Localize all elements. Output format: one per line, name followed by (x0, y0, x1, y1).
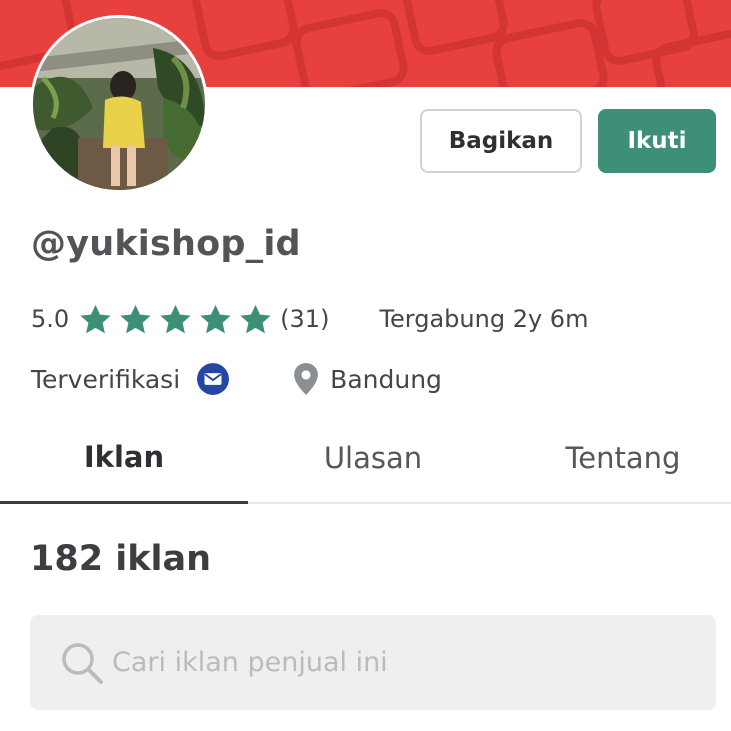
location-label: Bandung (330, 364, 442, 394)
follow-button-label: Ikuti (627, 128, 687, 154)
star-icon (240, 304, 271, 333)
rating-stars (77, 301, 274, 338)
tab-ulasan[interactable]: Ulasan (248, 412, 498, 504)
verified-label: Terverifikasi (31, 364, 181, 394)
avatar[interactable] (30, 15, 208, 193)
info-row: Terverifikasi Bandung (31, 358, 442, 400)
search-input[interactable] (112, 647, 672, 678)
verified-email-icon (197, 363, 230, 395)
rating-value: 5.0 (31, 305, 70, 333)
tab-label: Iklan (83, 439, 165, 474)
location-pin-icon (294, 363, 319, 395)
username: @yukishop_id (31, 224, 301, 264)
star-icon (80, 304, 111, 333)
tab-label: Tentang (565, 441, 681, 475)
profile-photo-icon (33, 18, 205, 190)
follow-button[interactable]: Ikuti (598, 109, 716, 173)
tab-iklan[interactable]: Iklan (0, 412, 248, 504)
listing-count: 182 iklan (30, 539, 212, 579)
share-button-label: Bagikan (448, 128, 554, 154)
rating-count: (31) (280, 305, 330, 333)
joined-duration: Tergabung 2y 6m (379, 305, 589, 333)
search-icon (62, 642, 103, 684)
tab-label: Ulasan (323, 441, 423, 475)
star-icon (200, 304, 231, 333)
profile-tabs: Iklan Ulasan Tentang (0, 412, 731, 504)
rating-row: 5.0 (31) Tergabung 2y 6m (31, 300, 588, 338)
share-button[interactable]: Bagikan (420, 109, 582, 173)
search-box[interactable] (30, 615, 716, 710)
star-icon (160, 304, 191, 333)
star-icon (120, 304, 151, 333)
tab-tentang[interactable]: Tentang (498, 412, 731, 504)
